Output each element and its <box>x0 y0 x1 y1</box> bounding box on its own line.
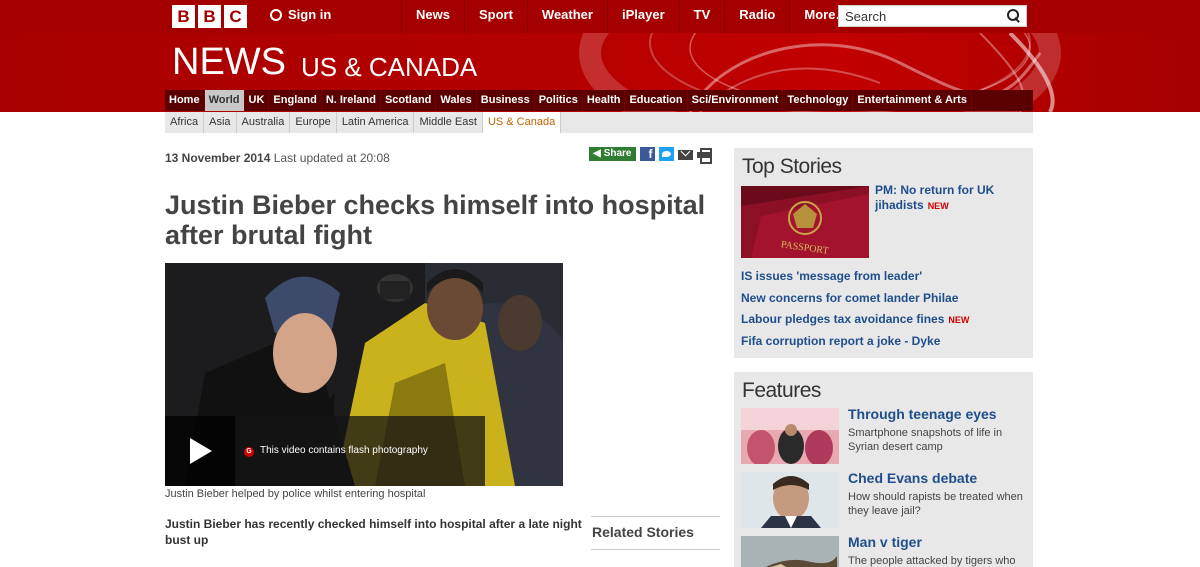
twitter-icon[interactable] <box>658 147 674 161</box>
nav-business[interactable]: Business <box>477 90 535 111</box>
logo-letter: B <box>172 5 195 28</box>
play-icon <box>190 438 212 464</box>
top-story-link[interactable]: IS issues 'message from leader' <box>741 269 926 283</box>
nav-scotland[interactable]: Scotland <box>381 90 437 111</box>
global-nav: News Sport Weather iPlayer TV Radio More… <box>401 0 864 33</box>
new-badge: NEW <box>948 315 970 325</box>
top-story-text: Labour pledges tax avoidance fines <box>741 312 945 326</box>
share-button[interactable]: ◀ Share <box>589 147 636 161</box>
nav-politics[interactable]: Politics <box>535 90 583 111</box>
signin-link[interactable]: Sign in <box>268 7 331 22</box>
nav-health[interactable]: Health <box>583 90 626 111</box>
features-panel: Features Through teenage eyes Smartphone… <box>734 372 1033 567</box>
news-nav-primary: Home World UK England N. Ireland Scotlan… <box>165 90 1033 111</box>
subnav-asia[interactable]: Asia <box>204 112 237 133</box>
article-updated: Last updated at 20:08 <box>273 151 390 165</box>
feature-description: Smartphone snapshots of life in Syrian d… <box>848 427 1003 453</box>
article-headline: Justin Bieber checks himself into hospit… <box>165 190 706 250</box>
user-icon <box>268 8 282 21</box>
guidance-icon: G <box>244 447 254 457</box>
passport-image[interactable]: PASSPORT <box>741 186 869 258</box>
play-button[interactable] <box>165 416 235 486</box>
signin-label: Sign in <box>288 7 332 22</box>
top-stories-panel: Top Stories PASSPORT PM: No return for U… <box>734 148 1033 358</box>
nav-weather[interactable]: Weather <box>526 0 607 33</box>
section-title: US & CANADA <box>301 52 478 82</box>
video-player[interactable]: G This video contains flash photography <box>165 263 563 486</box>
video-warning-text: This video contains flash photography <box>260 445 428 456</box>
bbc-logo[interactable]: B B C <box>172 5 247 28</box>
nav-world[interactable]: World <box>204 90 245 111</box>
nav-technology[interactable]: Technology <box>783 90 854 111</box>
related-stories-heading: Related Stories <box>592 524 694 540</box>
nav-entertainment-arts[interactable]: Entertainment & Arts <box>853 90 972 111</box>
feature-title-link[interactable]: Through teenage eyes <box>848 406 997 422</box>
subnav-latin-america[interactable]: Latin America <box>337 112 415 133</box>
top-story-text: New concerns for comet lander Philae <box>741 291 959 305</box>
print-icon[interactable] <box>696 148 712 164</box>
feature-description: The people attacked by tigers who <box>848 555 1016 567</box>
feature-image[interactable] <box>741 536 839 567</box>
dateline: 13 November 2014 Last updated at 20:08 <box>165 151 390 165</box>
nav-iplayer[interactable]: iPlayer <box>606 0 679 33</box>
subnav-middle-east[interactable]: Middle East <box>414 112 483 133</box>
facebook-icon[interactable]: f <box>639 147 655 161</box>
divider <box>591 549 720 550</box>
feature-title-link[interactable]: Man v tiger <box>848 534 922 550</box>
article-date: 13 November 2014 <box>165 151 271 165</box>
subnav-us-canada[interactable]: US & Canada <box>482 112 562 133</box>
video-caption: Justin Bieber helped by police whilst en… <box>165 488 426 500</box>
top-story-text: Fifa corruption report a joke - Dyke <box>741 334 941 348</box>
nav-tv[interactable]: TV <box>678 0 725 33</box>
top-stories-title: Top Stories <box>742 155 842 178</box>
global-header: B B C Sign in News Sport Weather iPlayer… <box>0 0 1200 33</box>
top-story-link[interactable]: Labour pledges tax avoidance fines NEW <box>741 312 969 326</box>
logo-letter: C <box>224 5 247 28</box>
nav-n-ireland[interactable]: N. Ireland <box>322 90 381 111</box>
nav-news[interactable]: News <box>401 0 464 33</box>
nav-england[interactable]: England <box>269 90 322 111</box>
subnav-australia[interactable]: Australia <box>237 112 291 133</box>
subnav-europe[interactable]: Europe <box>290 112 337 133</box>
top-story-lead-link[interactable]: PM: No return for UK jihadists NEW <box>875 183 1025 214</box>
article-intro: Justin Bieber has recently checked himse… <box>165 517 582 547</box>
news-wordmark[interactable]: NEWS <box>172 41 286 84</box>
share-tools: ◀ Share f <box>589 147 712 164</box>
news-nav-secondary: Africa Asia Australia Europe Latin Ameri… <box>165 112 1033 133</box>
email-icon[interactable] <box>677 150 693 160</box>
nav-sci-environment[interactable]: Sci/Environment <box>688 90 784 111</box>
top-story-text: IS issues 'message from leader' <box>741 269 923 283</box>
share-label: Share <box>603 148 632 159</box>
nav-wales[interactable]: Wales <box>436 90 477 111</box>
feature-description: How should rapists be treated when they … <box>848 491 1023 517</box>
top-story-link[interactable]: New concerns for comet lander Philae <box>741 291 962 305</box>
feature-title-link[interactable]: Ched Evans debate <box>848 470 977 486</box>
nav-sport[interactable]: Sport <box>463 0 527 33</box>
video-warning-bar: G This video contains flash photography <box>235 416 485 486</box>
top-story-link[interactable]: Fifa corruption report a joke - Dyke <box>741 334 944 348</box>
feature-image[interactable] <box>741 408 839 464</box>
subnav-africa[interactable]: Africa <box>165 112 205 133</box>
search-box <box>838 5 1027 27</box>
share-icon: ◀ <box>593 148 601 159</box>
nav-education[interactable]: Education <box>625 90 688 111</box>
new-badge: NEW <box>927 201 949 211</box>
feature-image[interactable] <box>741 472 839 528</box>
nav-radio[interactable]: Radio <box>724 0 789 33</box>
logo-letter: B <box>198 5 221 28</box>
search-input[interactable] <box>839 6 1004 26</box>
page: B B C Sign in News Sport Weather iPlayer… <box>0 0 1200 567</box>
search-icon[interactable] <box>1007 9 1020 22</box>
nav-uk[interactable]: UK <box>245 90 270 111</box>
nav-home[interactable]: Home <box>165 90 205 111</box>
divider <box>591 516 720 517</box>
features-title: Features <box>742 379 821 402</box>
